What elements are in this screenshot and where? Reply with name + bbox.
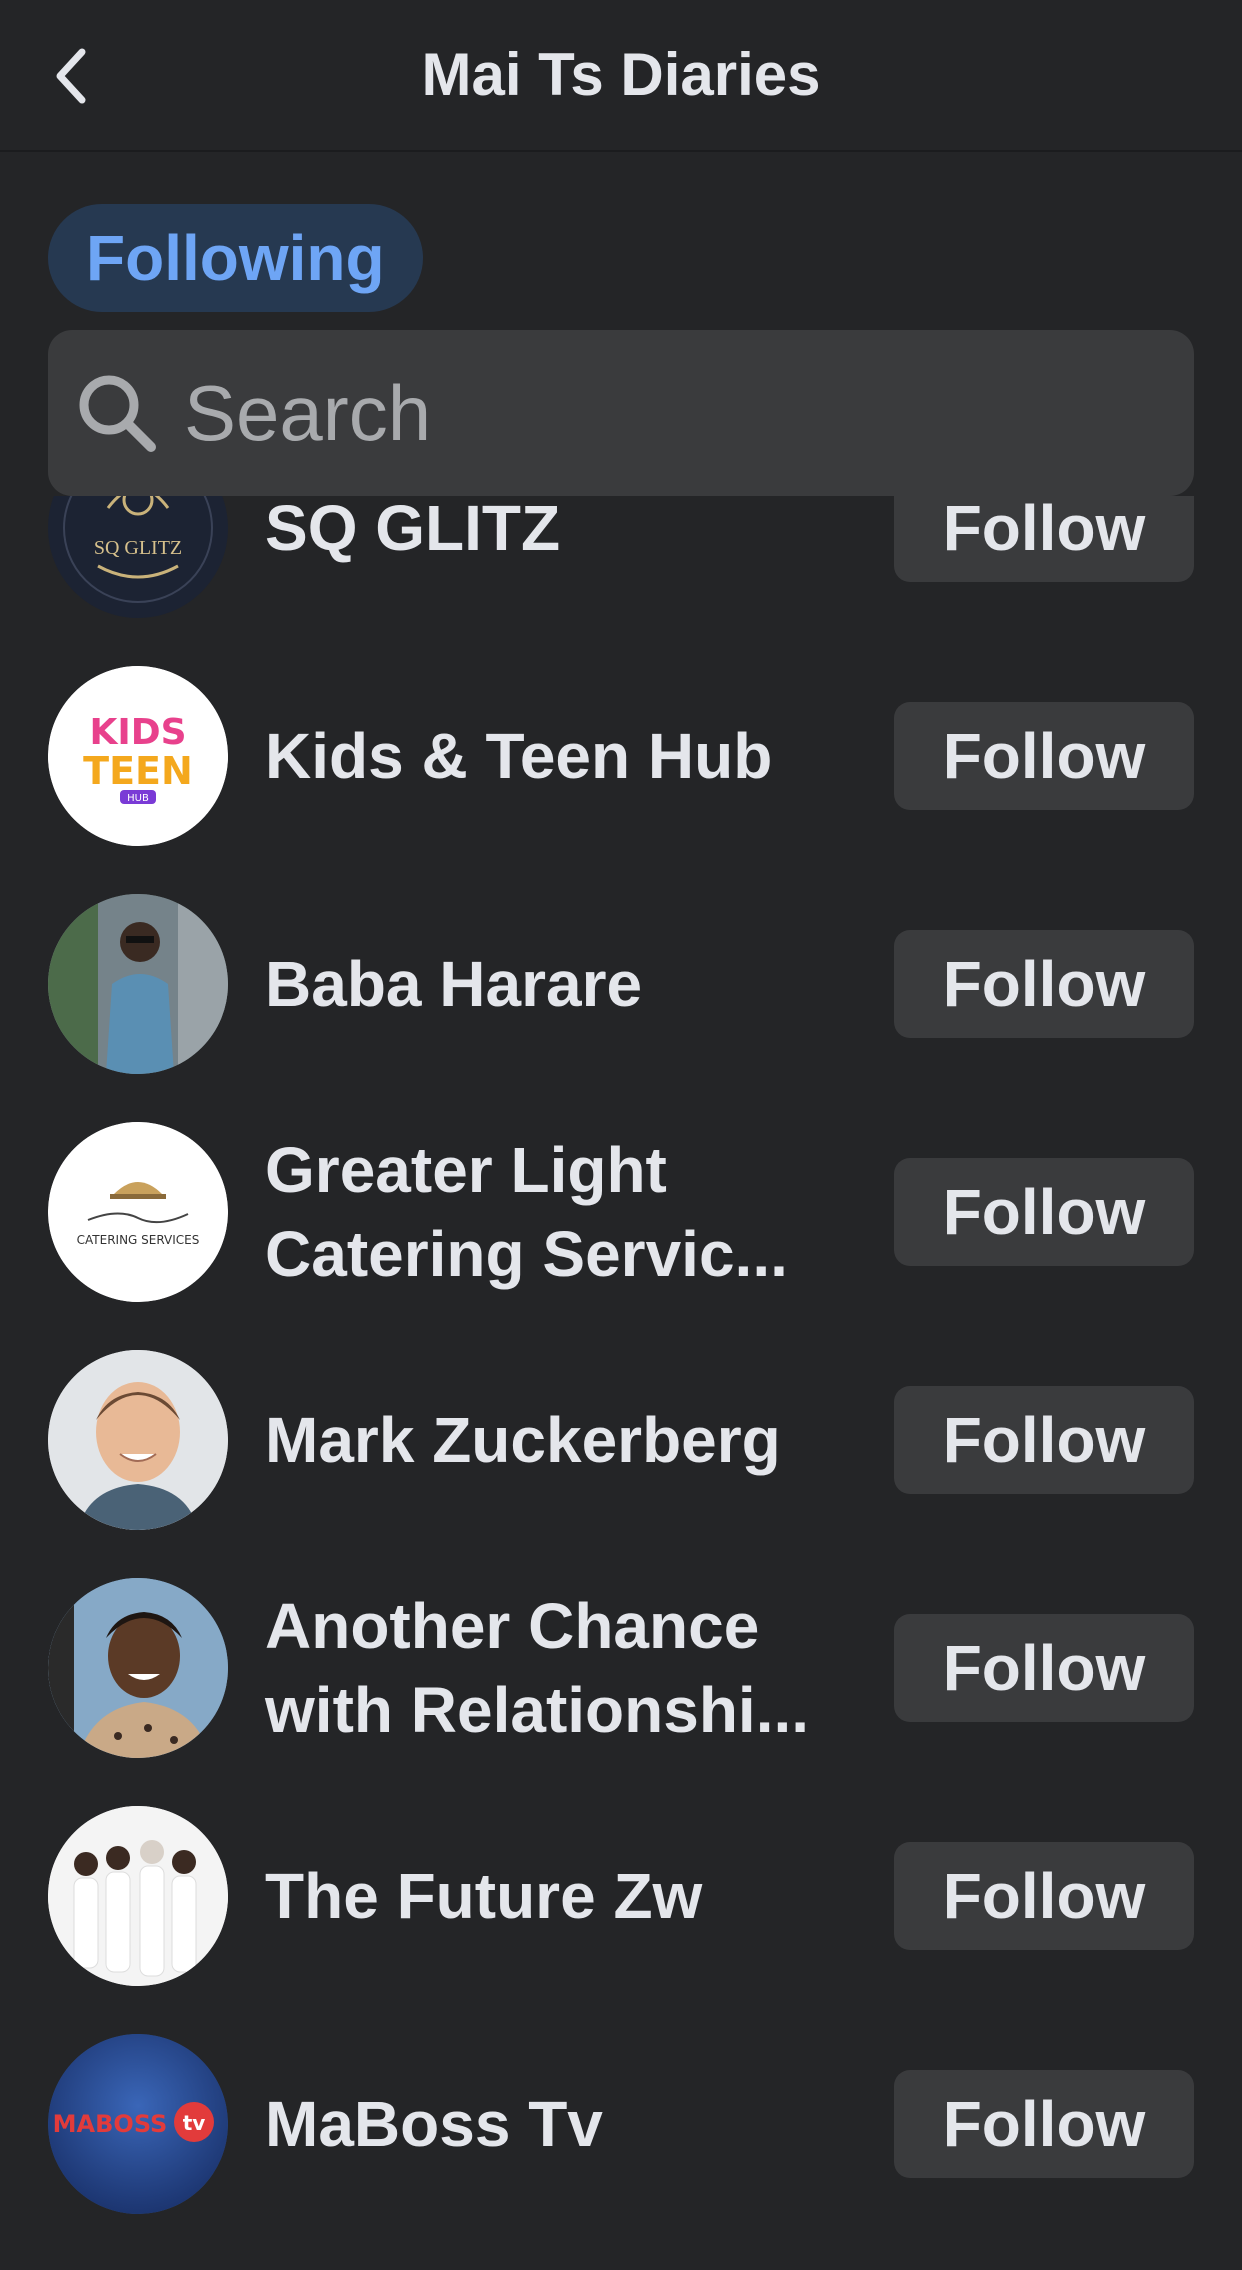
person-photo [48, 894, 228, 1074]
search-input[interactable] [182, 366, 1086, 460]
list-item-name[interactable]: Kids & Teen Hub [265, 642, 865, 870]
follow-button[interactable]: Follow [894, 702, 1194, 810]
list-item[interactable]: MABOSS tv MaBoss Tv Follow [0, 2010, 1242, 2238]
avatar[interactable]: CATERING SERVICES [48, 1122, 228, 1302]
list-item[interactable]: The Future Zw Follow [0, 1782, 1242, 2010]
avatar[interactable]: MABOSS tv [48, 2034, 228, 2214]
person-photo [48, 1350, 228, 1530]
person-photo [48, 1578, 228, 1758]
follow-button[interactable]: Follow [894, 1386, 1194, 1494]
list-item[interactable]: SQ GLITZ SQ GLITZ Follow [0, 496, 1242, 642]
list-item-name[interactable]: The Future Zw [265, 1782, 865, 2010]
follow-button[interactable]: Follow [894, 930, 1194, 1038]
follow-button[interactable]: Follow [894, 1842, 1194, 1950]
list-item[interactable]: Another Chance with Relationshi... Follo… [0, 1554, 1242, 1782]
sq-glitz-logo: SQ GLITZ [48, 496, 228, 618]
page-title: Mai Ts Diaries [421, 41, 821, 108]
greater-light-logo: CATERING SERVICES [48, 1122, 228, 1302]
list-item[interactable]: Mark Zuckerberg Follow [0, 1326, 1242, 1554]
svg-text:SQ GLITZ: SQ GLITZ [94, 537, 182, 559]
svg-text:MABOSS: MABOSS [53, 2110, 168, 2138]
follow-button[interactable]: Follow [894, 2070, 1194, 2178]
list-item-name[interactable]: Greater Light Catering Servic... [265, 1098, 865, 1326]
svg-text:tv: tv [183, 2111, 206, 2135]
avatar[interactable]: KIDS TEEN HUB [48, 666, 228, 846]
svg-text:HUB: HUB [127, 793, 149, 804]
avatar[interactable] [48, 1350, 228, 1530]
search-icon [72, 368, 162, 458]
list-item-name[interactable]: SQ GLITZ [265, 496, 865, 642]
avatar[interactable]: SQ GLITZ [48, 496, 228, 618]
kids-teen-hub-logo: KIDS TEEN HUB [48, 666, 228, 846]
avatar[interactable] [48, 1806, 228, 1986]
follow-button[interactable]: Follow [894, 1614, 1194, 1722]
maboss-tv-logo: MABOSS tv [48, 2034, 228, 2214]
search-bar[interactable] [48, 330, 1194, 496]
avatar[interactable] [48, 1578, 228, 1758]
group-photo [48, 1806, 228, 1986]
list-item-name[interactable]: MaBoss Tv [265, 2010, 865, 2238]
list-item[interactable]: Baba Harare Follow [0, 870, 1242, 1098]
svg-text:KIDS: KIDS [89, 712, 186, 753]
svg-text:CATERING SERVICES: CATERING SERVICES [77, 1233, 200, 1247]
list-item-name[interactable]: Mark Zuckerberg [265, 1326, 865, 1554]
list-item-name[interactable]: Another Chance with Relationshi... [265, 1554, 865, 1782]
svg-text:TEEN: TEEN [83, 749, 193, 793]
avatar[interactable] [48, 894, 228, 1074]
follow-button[interactable]: Follow [894, 496, 1194, 582]
top-bar: Mai Ts Diaries [0, 0, 1242, 152]
list-item-name[interactable]: Baba Harare [265, 870, 865, 1098]
following-list: SQ GLITZ SQ GLITZ Follow KIDS TEEN HUB K… [0, 496, 1242, 2270]
list-item[interactable]: KIDS TEEN HUB Kids & Teen Hub Follow [0, 642, 1242, 870]
list-item[interactable]: CATERING SERVICES Greater Light Catering… [0, 1098, 1242, 1326]
follow-button[interactable]: Follow [894, 1158, 1194, 1266]
following-filter-chip[interactable]: Following [48, 204, 423, 312]
